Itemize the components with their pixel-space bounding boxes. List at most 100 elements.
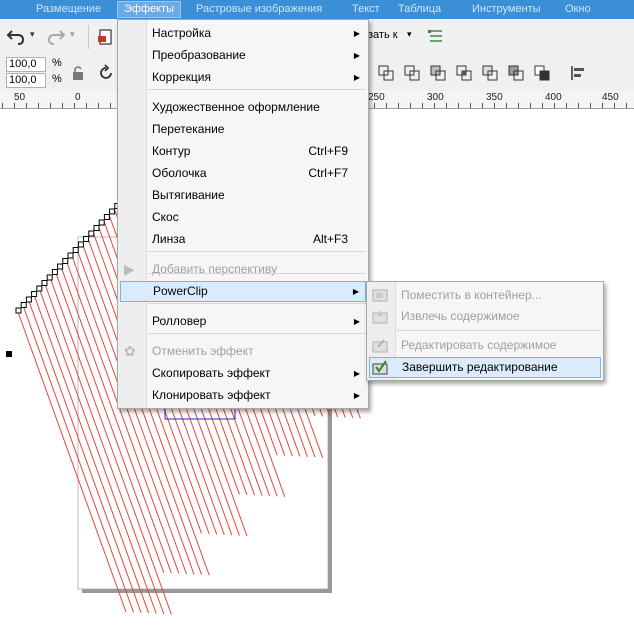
ruler-tick <box>2 103 3 108</box>
menu-bitmaps[interactable]: Растровые изображения <box>196 2 322 17</box>
redo-icon[interactable] <box>46 27 66 47</box>
node-handle[interactable] <box>72 247 79 253</box>
menu-item-powerclip[interactable]: PowerClip ▶ <box>120 281 366 302</box>
menu-item-label: Поместить в контейнер... <box>401 288 542 302</box>
undo-icon[interactable] <box>6 27 26 47</box>
menu-item-effect[interactable]: Настройка ▶ <box>120 23 366 44</box>
front-minus-back-icon[interactable] <box>506 63 526 83</box>
align-distribute-icon[interactable] <box>568 63 588 83</box>
menu-window[interactable]: Окно <box>565 2 591 17</box>
menu-item-effect[interactable]: Клонировать эффект ▶ <box>120 385 366 406</box>
intersect-icon[interactable] <box>454 63 474 83</box>
redo-dropdown-icon[interactable]: ▾ <box>70 29 75 40</box>
perspective-icon: ▶ <box>124 261 135 277</box>
menu-table[interactable]: Таблица <box>398 2 441 17</box>
submenu-arrow-icon: ▶ <box>353 29 360 38</box>
snap-dropdown-icon[interactable]: ▾ <box>407 29 412 40</box>
menu-item-label: Преобразование <box>152 48 246 62</box>
menu-item-effect[interactable]: Контур Ctrl+F9 <box>120 141 366 162</box>
scale-width-field[interactable]: 100,0 <box>6 57 46 72</box>
import-icon[interactable] <box>96 27 116 47</box>
options-icon[interactable] <box>426 27 446 47</box>
node-handle[interactable] <box>109 208 116 215</box>
menu-item-label: Вытягивание <box>152 188 225 202</box>
menu-item-effect[interactable]: Скос <box>120 207 366 228</box>
scale-height-field[interactable]: 100,0 <box>6 73 46 88</box>
menu-item-extract-contents[interactable]: Извлечь содержимое <box>369 306 601 327</box>
menu-item-effect[interactable]: Коррекция ▶ <box>120 67 366 88</box>
simplify-icon[interactable] <box>480 63 500 83</box>
undo-dropdown-icon[interactable]: ▾ <box>30 29 35 40</box>
selection-handle[interactable] <box>6 351 12 357</box>
menu-bar: Размещение Эффекты Растровые изображения… <box>0 0 634 19</box>
menu-text[interactable]: Текст <box>352 2 380 17</box>
menu-separator <box>148 273 366 274</box>
node-handle[interactable] <box>83 236 90 242</box>
menu-item-label: Контур <box>152 144 191 158</box>
node-handle[interactable] <box>31 291 38 297</box>
menu-effects[interactable]: Эффекты <box>117 1 182 18</box>
combine-icon[interactable] <box>376 63 396 83</box>
menu-item-edit-contents[interactable]: Редактировать содержимое <box>369 335 601 356</box>
ruler-tick <box>506 103 507 108</box>
node-handle[interactable] <box>51 269 58 275</box>
rotate-icon[interactable] <box>96 63 116 83</box>
effects-menu: Настройка ▶ Преобразование ▶ Коррекция ▶ Худож… <box>117 19 369 409</box>
node-handle[interactable] <box>25 296 32 303</box>
ruler-tick <box>14 103 15 108</box>
menu-item-finish-editing[interactable]: Завершить редактирование <box>369 357 601 378</box>
ruler-tick <box>566 103 567 108</box>
submenu-arrow-icon: ▶ <box>353 369 360 378</box>
node-handle[interactable] <box>46 274 53 281</box>
menu-item-effect[interactable]: Перетекание <box>120 119 366 140</box>
node-handle[interactable] <box>103 214 110 220</box>
menu-item-effect[interactable]: Преобразование ▶ <box>120 45 366 66</box>
node-handle[interactable] <box>36 285 43 292</box>
ruler-tick <box>470 103 471 108</box>
node-handle[interactable] <box>57 263 64 270</box>
menu-tools[interactable]: Инструменты <box>472 2 541 17</box>
ruler-tick <box>602 103 603 108</box>
ruler-tick <box>518 103 519 108</box>
node-handle[interactable] <box>88 230 95 237</box>
weld-icon[interactable] <box>402 63 422 83</box>
edit-contents-icon <box>372 339 388 353</box>
node-handles[interactable] <box>15 203 121 314</box>
node-handle[interactable] <box>67 252 74 259</box>
extract-contents-icon <box>372 310 388 324</box>
node-handle[interactable] <box>77 241 84 248</box>
ruler-tick <box>458 103 459 108</box>
ruler-tick <box>86 103 87 108</box>
lock-ratio-icon[interactable] <box>68 63 88 83</box>
ruler-tick <box>74 103 75 108</box>
menu-separator <box>397 330 601 331</box>
menu-item-effect[interactable]: Скопировать эффект ▶ <box>120 363 366 384</box>
menu-item-effect[interactable]: ✿ Отменить эффект <box>120 341 366 362</box>
ruler-tick <box>482 103 483 108</box>
menu-item-effect[interactable]: Художественное оформление <box>120 97 366 118</box>
menu-item-effect[interactable]: ▶ Добавить перспективу <box>120 259 366 280</box>
node-handle[interactable] <box>62 258 69 264</box>
node-handle[interactable] <box>93 225 100 231</box>
menu-item-label: Клонировать эффект <box>152 388 271 402</box>
ruler-tick <box>62 103 63 108</box>
menu-item-effect[interactable]: Оболочка Ctrl+F7 <box>120 163 366 184</box>
menu-item-effect[interactable]: Ролловер ▶ <box>120 311 366 332</box>
ruler-tick <box>374 103 375 108</box>
menu-item-effect[interactable]: Вытягивание <box>120 185 366 206</box>
ruler-label: 250 <box>368 92 385 103</box>
ruler-tick <box>446 103 447 108</box>
back-minus-front-icon[interactable] <box>532 63 552 83</box>
node-handle[interactable] <box>41 280 48 286</box>
menu-arrange[interactable]: Размещение <box>36 2 101 17</box>
menu-item-effect[interactable]: Линза Alt+F3 <box>120 229 366 250</box>
node-handle[interactable] <box>20 302 27 308</box>
menu-item-place-in-container[interactable]: Поместить в контейнер... <box>369 285 601 306</box>
node-handle[interactable] <box>98 219 105 226</box>
trim-icon[interactable] <box>428 63 448 83</box>
ruler-tick <box>26 103 27 108</box>
node-handle[interactable] <box>15 307 22 314</box>
menu-item-label: PowerClip <box>153 284 208 298</box>
menu-item-shortcut: Alt+F3 <box>312 232 348 246</box>
ruler-tick <box>530 103 531 108</box>
